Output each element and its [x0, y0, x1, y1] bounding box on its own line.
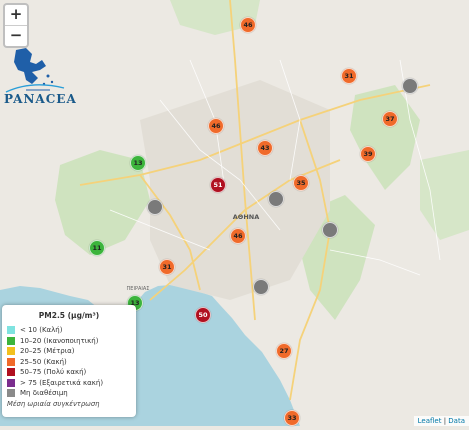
- legend-swatch: [7, 357, 15, 366]
- station-marker[interactable]: [147, 199, 163, 215]
- station-marker[interactable]: [402, 78, 418, 94]
- city-label: ΑΘΗΝΑ: [233, 213, 259, 221]
- leaflet-link[interactable]: Leaflet: [418, 417, 442, 425]
- station-marker[interactable]: [322, 222, 338, 238]
- legend-item: Μη διαθέσιμη: [7, 388, 136, 399]
- legend-label: 50–75 (Πολύ κακή): [20, 368, 87, 377]
- legend-swatch: [7, 368, 15, 377]
- logo-text: PANACEA: [4, 92, 77, 106]
- data-link[interactable]: Data: [448, 417, 465, 425]
- logo-arc: [5, 84, 65, 93]
- legend-swatch: [7, 347, 15, 356]
- legend-item: 50–75 (Πολύ κακή): [7, 367, 136, 378]
- legend-item: < 10 (Καλή): [7, 325, 136, 336]
- station-marker[interactable]: 13: [130, 155, 146, 171]
- legend-item: > 75 (Εξαιρετικά κακή): [7, 378, 136, 389]
- legend-swatch: [7, 336, 15, 345]
- station-marker[interactable]: 27: [276, 343, 292, 359]
- station-marker[interactable]: 50: [195, 307, 211, 323]
- legend-item: 20–25 (Μέτρια): [7, 346, 136, 357]
- port-label: ΠΕΙΡΑΙΑΣ: [127, 286, 150, 292]
- station-marker[interactable]: 11: [89, 240, 105, 256]
- greece-map-icon: [14, 48, 46, 84]
- zoom-in-button[interactable]: +: [5, 5, 27, 25]
- attribution: Leaflet | Data: [413, 416, 469, 426]
- legend-swatch: [7, 326, 15, 335]
- legend-label: 20–25 (Μέτρια): [20, 347, 75, 356]
- legend: PM2.5 (μg/m³) < 10 (Καλή) 10–20 (Ικανοποι…: [2, 305, 136, 417]
- station-marker[interactable]: [268, 191, 284, 207]
- legend-label: 10–20 (Ικανοποιητική): [20, 336, 99, 345]
- legend-footer: Μέση ωριαία συγκέντρωση: [7, 399, 100, 408]
- legend-swatch: [7, 389, 15, 398]
- station-marker[interactable]: 35: [293, 175, 309, 191]
- station-marker[interactable]: [253, 279, 269, 295]
- legend-items: < 10 (Καλή) 10–20 (Ικανοποιητική) 20–25 (Μ…: [7, 325, 136, 399]
- station-marker[interactable]: 46: [208, 118, 224, 134]
- legend-title: PM2.5 (μg/m³): [38, 311, 100, 320]
- legend-label: Μη διαθέσιμη: [20, 389, 68, 398]
- legend-swatch: [7, 378, 15, 387]
- station-marker[interactable]: 39: [360, 146, 376, 162]
- legend-label: < 10 (Καλή): [20, 326, 63, 335]
- station-marker[interactable]: 33: [284, 410, 300, 426]
- station-marker[interactable]: 37: [382, 111, 398, 127]
- legend-item: 10–20 (Ικανοποιητική): [7, 336, 136, 347]
- station-marker[interactable]: 46: [230, 228, 246, 244]
- legend-label: 25–50 (Κακή): [20, 357, 67, 366]
- station-marker[interactable]: 31: [341, 68, 357, 84]
- station-marker[interactable]: 51: [210, 177, 226, 193]
- station-marker[interactable]: 31: [159, 259, 175, 275]
- station-marker[interactable]: 46: [240, 17, 256, 33]
- station-marker[interactable]: 43: [257, 140, 273, 156]
- legend-label: > 75 (Εξαιρετικά κακή): [20, 378, 104, 387]
- legend-item: 25–50 (Κακή): [7, 357, 136, 368]
